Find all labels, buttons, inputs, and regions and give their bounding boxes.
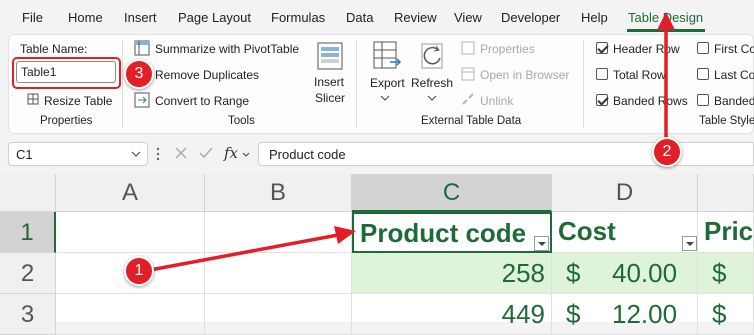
annotation-badge-1: 1 <box>124 256 154 286</box>
arrow-1-head <box>334 226 356 244</box>
annotation-arrows <box>149 12 675 272</box>
arrow-1-line <box>149 233 339 272</box>
annotation-badge-3: 3 <box>124 59 154 89</box>
annotation-badge-2: 2 <box>652 137 682 167</box>
arrow-2-head <box>657 12 675 30</box>
